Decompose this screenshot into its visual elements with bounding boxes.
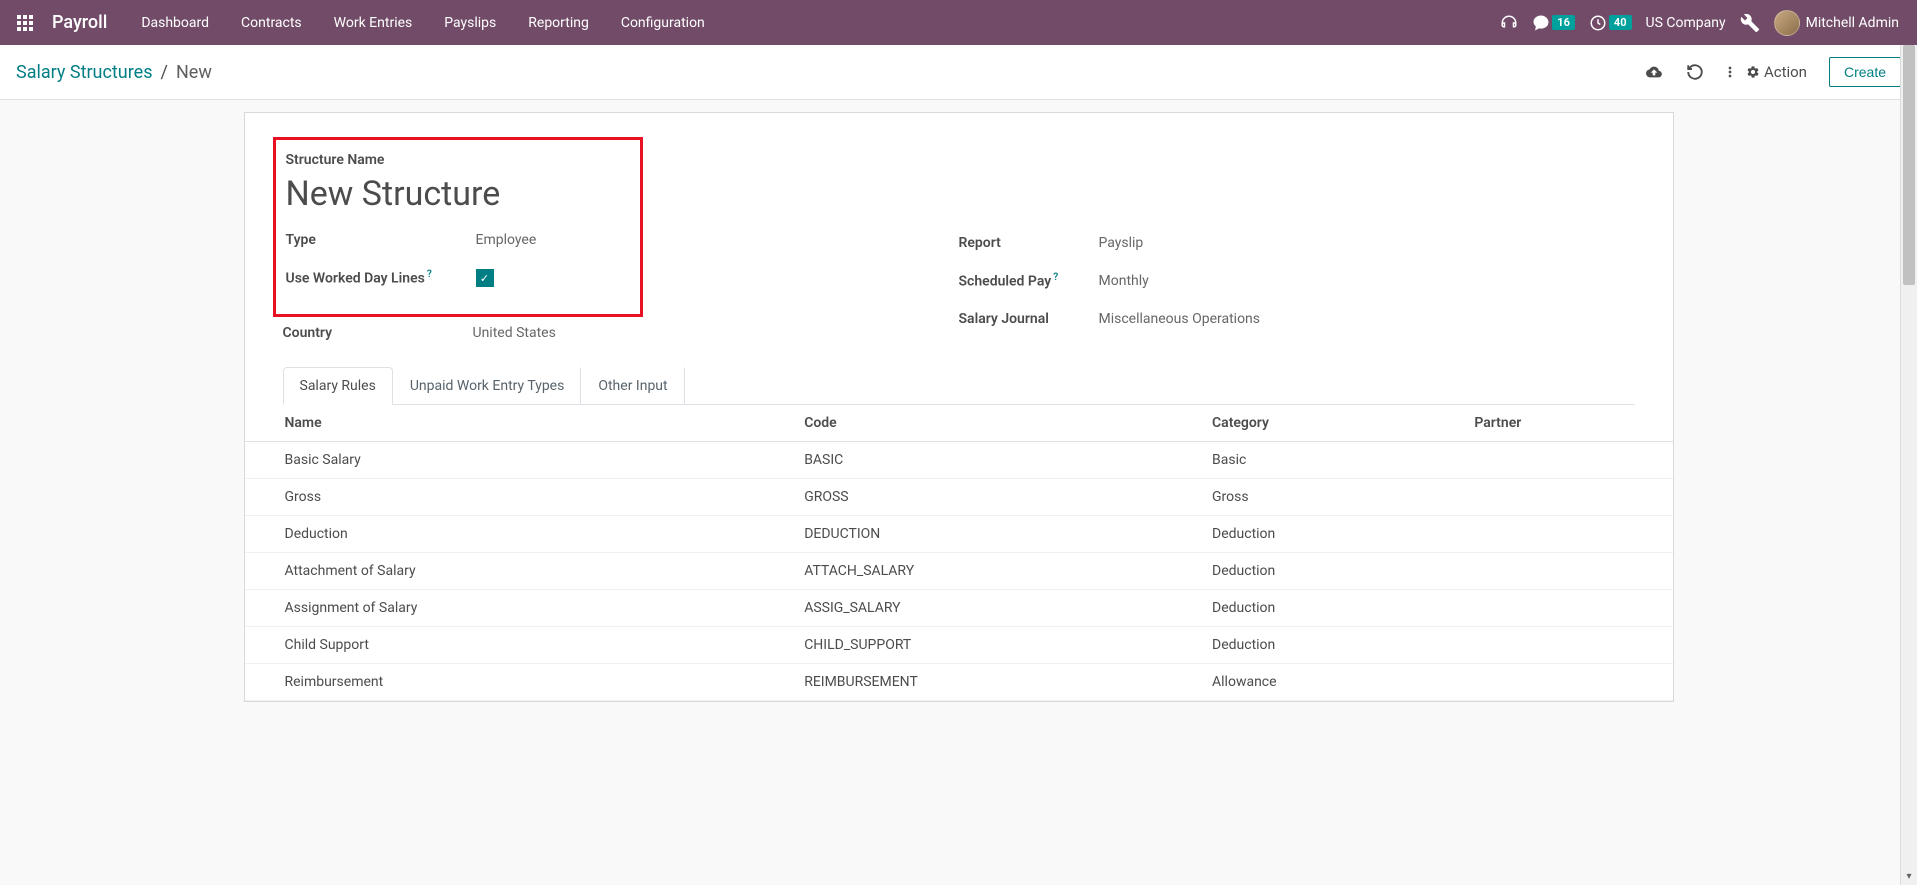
nav-payslips[interactable]: Payslips	[430, 4, 510, 42]
struct-name-value[interactable]: New Structure	[286, 174, 630, 214]
table-row[interactable]: DeductionDEDUCTIONDeduction	[245, 516, 1673, 553]
cell-partner	[1462, 664, 1672, 701]
create-button[interactable]: Create	[1829, 57, 1901, 87]
cell-category: Allowance	[1200, 664, 1462, 701]
scroll-thumb[interactable]	[1903, 45, 1915, 285]
table-row[interactable]: GrossGROSSGross	[245, 479, 1673, 516]
help-icon[interactable]: ?	[1053, 272, 1058, 283]
tab-salary-rules[interactable]: Salary Rules	[283, 367, 393, 405]
scheduled-pay-value[interactable]: Monthly	[1099, 273, 1149, 289]
breadcrumb: Salary Structures / New	[16, 62, 212, 83]
nav-reporting[interactable]: Reporting	[514, 4, 603, 42]
nav-contracts[interactable]: Contracts	[227, 4, 316, 42]
scrollbar[interactable]: ▴ ▾	[1900, 45, 1917, 885]
cell-category: Basic	[1200, 442, 1462, 479]
company-switcher[interactable]: US Company	[1646, 15, 1726, 31]
nav-configuration[interactable]: Configuration	[607, 4, 719, 42]
th-category[interactable]: Category	[1200, 405, 1462, 442]
salary-rules-table: Name Code Category Partner Basic SalaryB…	[245, 405, 1673, 701]
cell-partner	[1462, 442, 1672, 479]
salary-journal-value[interactable]: Miscellaneous Operations	[1099, 311, 1261, 327]
cell-name: Reimbursement	[245, 664, 793, 701]
th-code[interactable]: Code	[792, 405, 1200, 442]
cell-code: ATTACH_SALARY	[792, 553, 1200, 590]
avatar	[1774, 10, 1800, 36]
cell-category: Gross	[1200, 479, 1462, 516]
table-row[interactable]: Child SupportCHILD_SUPPORTDeduction	[245, 627, 1673, 664]
topbar: Payroll Dashboard Contracts Work Entries…	[0, 0, 1917, 45]
cell-partner	[1462, 479, 1672, 516]
tab-other-input[interactable]: Other Input	[581, 367, 684, 405]
top-nav: Dashboard Contracts Work Entries Payslip…	[127, 4, 1500, 42]
cell-category: Deduction	[1200, 590, 1462, 627]
worked-day-checkbox[interactable]: ✓	[476, 269, 494, 287]
cell-partner	[1462, 590, 1672, 627]
struct-name-label: Structure Name	[286, 152, 630, 168]
table-row[interactable]: Assignment of SalaryASSIG_SALARYDeductio…	[245, 590, 1673, 627]
cell-name: Attachment of Salary	[245, 553, 793, 590]
th-name[interactable]: Name	[245, 405, 793, 442]
table-row[interactable]: Basic SalaryBASICBasic	[245, 442, 1673, 479]
help-icon[interactable]: ?	[427, 269, 432, 280]
cloud-upload-icon[interactable]	[1644, 64, 1664, 80]
support-icon[interactable]	[1500, 14, 1518, 32]
tab-unpaid[interactable]: Unpaid Work Entry Types	[393, 367, 582, 405]
action-dropdown[interactable]: Action	[1726, 63, 1807, 81]
cell-partner	[1462, 516, 1672, 553]
nav-work-entries[interactable]: Work Entries	[320, 4, 427, 42]
report-label: Report	[959, 235, 1099, 251]
messages-icon[interactable]: 16	[1532, 14, 1575, 32]
scheduled-pay-label: Scheduled Pay?	[959, 272, 1099, 290]
main-area: Structure Name New Structure Type Employ…	[0, 100, 1917, 722]
username: Mitchell Admin	[1806, 15, 1899, 31]
cell-name: Deduction	[245, 516, 793, 553]
cell-category: Deduction	[1200, 553, 1462, 590]
control-bar: Salary Structures / New Action Create	[0, 45, 1917, 100]
cell-name: Gross	[245, 479, 793, 516]
worked-day-label: Use Worked Day Lines?	[286, 269, 476, 287]
apps-menu-icon[interactable]	[8, 6, 42, 40]
cell-partner	[1462, 627, 1672, 664]
breadcrumb-parent[interactable]: Salary Structures	[16, 62, 153, 83]
cell-name: Child Support	[245, 627, 793, 664]
cell-name: Basic Salary	[245, 442, 793, 479]
cell-code: BASIC	[792, 442, 1200, 479]
scroll-down-icon[interactable]: ▾	[1901, 868, 1917, 885]
right-controls: Action Create	[1644, 57, 1901, 87]
cell-category: Deduction	[1200, 516, 1462, 553]
user-menu[interactable]: Mitchell Admin	[1774, 10, 1899, 36]
table-row[interactable]: ReimbursementREIMBURSEMENTAllowance	[245, 664, 1673, 701]
tabs: Salary Rules Unpaid Work Entry Types Oth…	[283, 367, 1635, 405]
cell-code: ASSIG_SALARY	[792, 590, 1200, 627]
activities-badge: 40	[1609, 15, 1632, 30]
action-label: Action	[1764, 63, 1807, 81]
cell-code: DEDUCTION	[792, 516, 1200, 553]
country-label: Country	[283, 325, 473, 341]
country-value[interactable]: United States	[473, 325, 556, 341]
nav-dashboard[interactable]: Dashboard	[127, 4, 223, 42]
form-sheet: Structure Name New Structure Type Employ…	[244, 112, 1674, 702]
table-row[interactable]: Attachment of SalaryATTACH_SALARYDeducti…	[245, 553, 1673, 590]
report-value[interactable]: Payslip	[1099, 235, 1144, 251]
cell-category: Deduction	[1200, 627, 1462, 664]
th-partner[interactable]: Partner	[1462, 405, 1672, 442]
type-label: Type	[286, 232, 476, 248]
type-value[interactable]: Employee	[476, 232, 537, 248]
breadcrumb-current: New	[176, 62, 212, 83]
cell-code: CHILD_SUPPORT	[792, 627, 1200, 664]
discard-icon[interactable]	[1686, 63, 1704, 81]
app-title: Payroll	[52, 12, 107, 33]
cell-code: REIMBURSEMENT	[792, 664, 1200, 701]
messages-badge: 16	[1552, 15, 1575, 30]
debug-tools-icon[interactable]	[1740, 13, 1760, 33]
topbar-right: 16 40 US Company Mitchell Admin	[1500, 10, 1899, 36]
salary-journal-label: Salary Journal	[959, 311, 1099, 327]
cell-name: Assignment of Salary	[245, 590, 793, 627]
cell-partner	[1462, 553, 1672, 590]
breadcrumb-separator: /	[161, 62, 168, 83]
highlight-box: Structure Name New Structure Type Employ…	[273, 137, 643, 317]
activities-icon[interactable]: 40	[1589, 14, 1632, 32]
cell-code: GROSS	[792, 479, 1200, 516]
